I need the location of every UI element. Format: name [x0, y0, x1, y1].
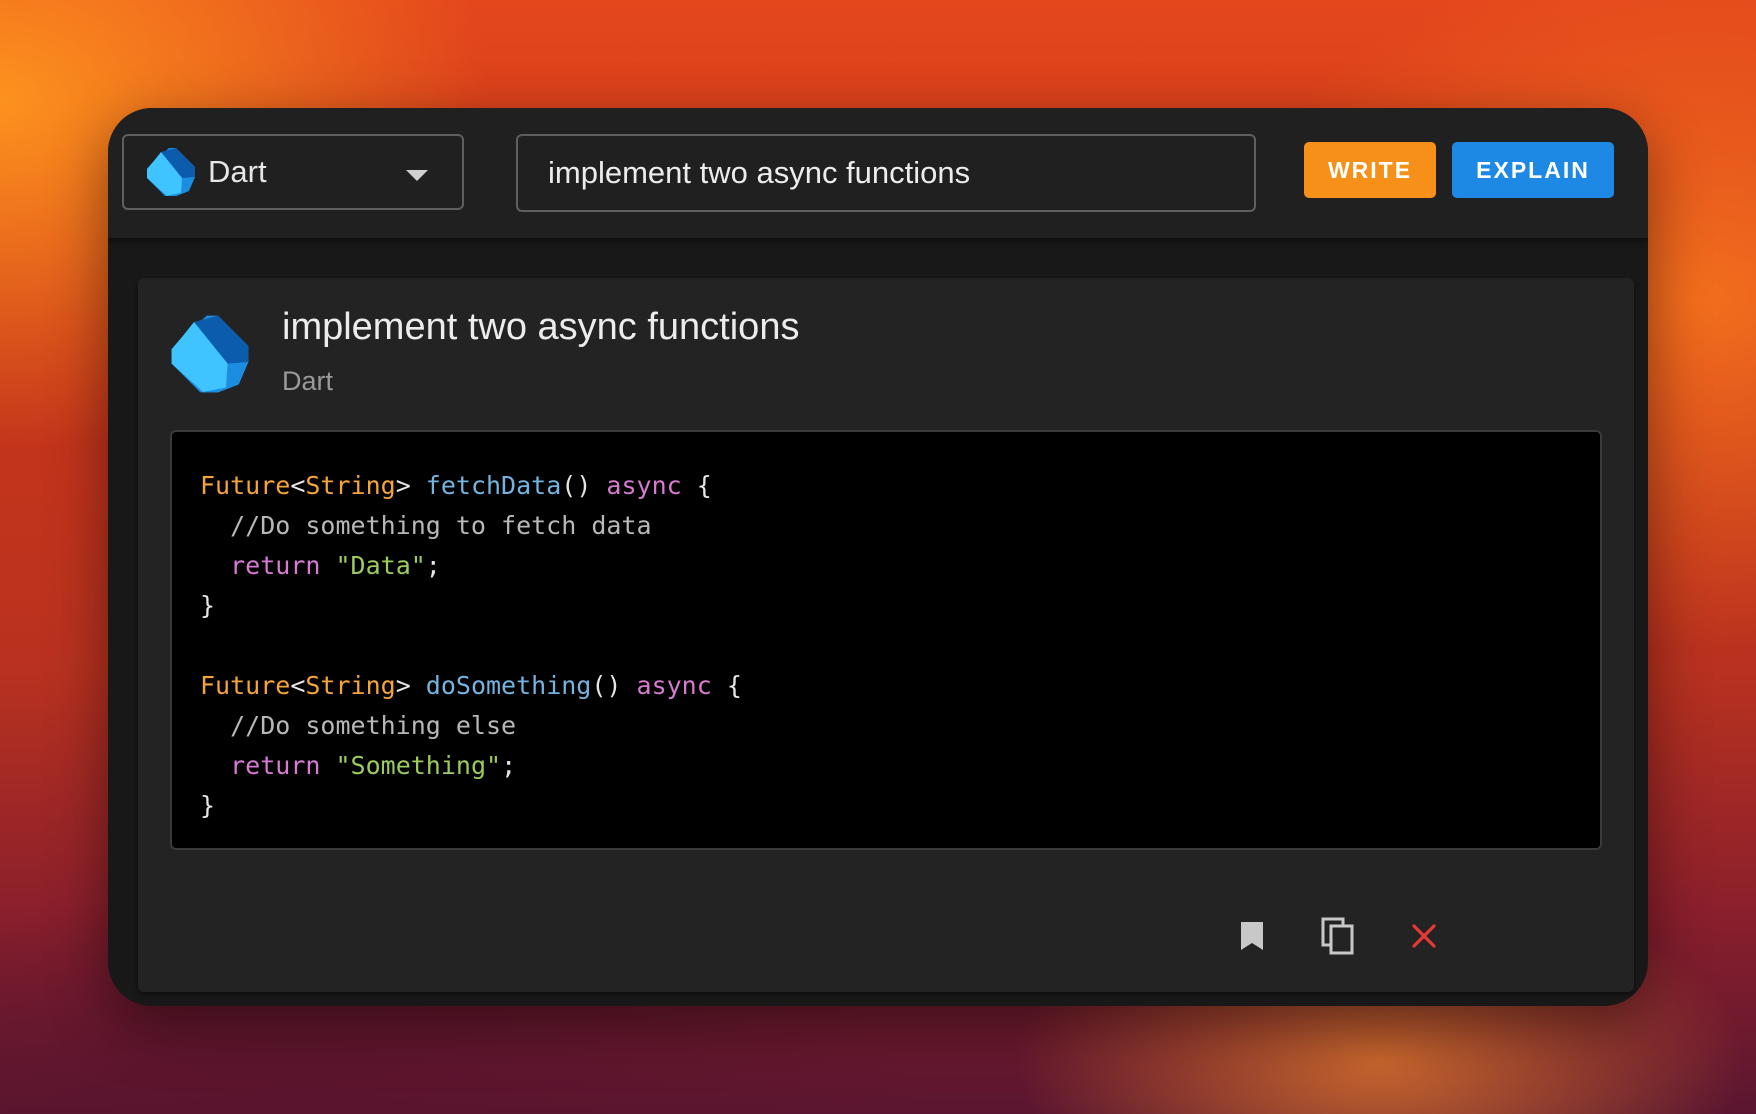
card-language-label: Dart [282, 366, 334, 396]
code-token: String [305, 471, 396, 500]
code-token: ; [425, 551, 441, 580]
code-token: Future [200, 671, 291, 700]
code-token: () [561, 471, 607, 500]
code-token: doSomething [425, 671, 592, 700]
code-token: "Data" [335, 551, 426, 580]
code-line: Future<String> doSomething() async { [200, 666, 1600, 706]
code-token: > [395, 471, 426, 500]
code-token: < [290, 671, 306, 700]
close-button[interactable] [1400, 912, 1448, 960]
code-line: } [200, 586, 1600, 626]
language-select-value: Dart [208, 154, 267, 189]
code-token: Future [200, 471, 291, 500]
write-button[interactable]: WRITE [1304, 142, 1436, 198]
chevron-down-icon [406, 170, 428, 181]
card-title: implement two async functions [282, 306, 800, 348]
code-token: { [711, 671, 742, 700]
code-line: Future<String> fetchData() async { [200, 466, 1600, 506]
code-token: async [606, 471, 682, 500]
code-token: return [230, 751, 321, 780]
prompt-input[interactable] [516, 134, 1256, 212]
code-token: return [230, 551, 321, 580]
copy-icon [1321, 917, 1354, 955]
code-token: < [290, 471, 306, 500]
code-token: //Do something else [200, 711, 517, 740]
code-line: //Do something to fetch data [200, 506, 1600, 546]
close-icon [1412, 924, 1436, 948]
bookmark-button[interactable] [1228, 912, 1276, 960]
code-line: return "Something"; [200, 746, 1600, 786]
code-token: } [200, 591, 216, 620]
code-token: () [591, 671, 637, 700]
dart-logo-icon [147, 148, 195, 196]
bookmark-icon [1241, 922, 1263, 950]
code-token: async [636, 671, 712, 700]
code-token: String [305, 671, 396, 700]
dart-logo-icon [171, 315, 249, 393]
code-line: } [200, 786, 1600, 826]
code-token: //Do something to fetch data [200, 511, 652, 540]
result-card: implement two async functions Dart Futur… [138, 278, 1634, 992]
code-token: > [395, 671, 426, 700]
code-block[interactable]: Future<String> fetchData() async { //Do … [170, 430, 1602, 850]
code-token: { [681, 471, 712, 500]
code-line: //Do something else [200, 706, 1600, 746]
language-select[interactable]: Dart [122, 134, 464, 210]
copy-button[interactable] [1314, 912, 1362, 960]
explain-button[interactable]: EXPLAIN [1452, 142, 1614, 198]
code-token: fetchData [425, 471, 562, 500]
code-token: ; [501, 751, 517, 780]
app-window: Dart WRITE EXPLAIN implement two async f… [108, 108, 1648, 1006]
code-line: return "Data"; [200, 546, 1600, 586]
toolbar: Dart WRITE EXPLAIN [108, 108, 1648, 238]
code-token: "Something" [335, 751, 502, 780]
code-token: } [200, 791, 216, 820]
